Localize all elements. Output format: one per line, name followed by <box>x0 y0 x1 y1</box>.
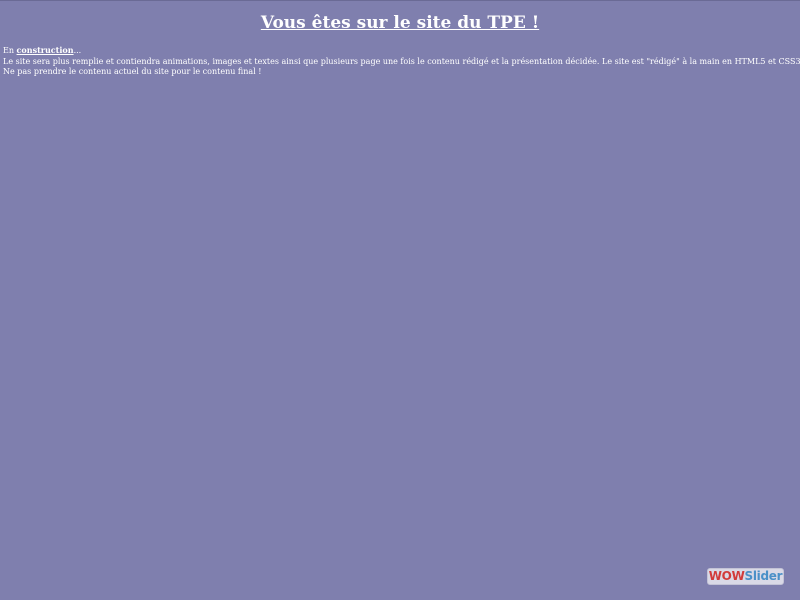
wowslider-logo[interactable]: WOWSlider <box>707 568 784 585</box>
wowslider-logo-slider: Slider <box>744 569 783 583</box>
construction-suffix: ... <box>73 46 82 55</box>
page-title: Vous êtes sur le site du TPE ! <box>260 13 540 33</box>
construction-emphasis: construction <box>16 45 74 55</box>
intro-text: En construction... Le site sera plus rem… <box>3 45 800 78</box>
wowslider-logo-wow: WOW <box>708 569 745 583</box>
description-line: Le site sera plus remplie et contiendra … <box>3 56 800 66</box>
construction-prefix: En <box>3 46 17 55</box>
construction-line: En construction... <box>3 45 793 57</box>
disclaimer-line: Ne pas prendre le contenu actuel du site… <box>3 67 262 76</box>
top-border <box>0 0 800 1</box>
